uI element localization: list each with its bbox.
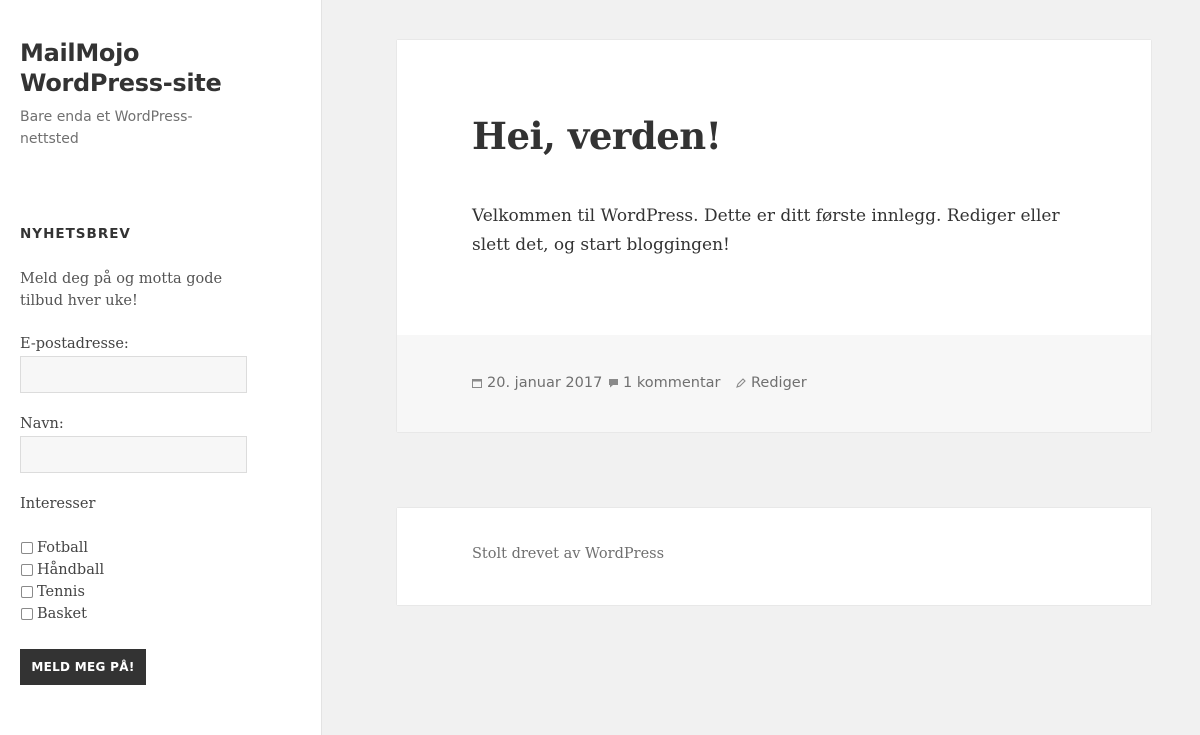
email-label: E-postadresse: bbox=[20, 336, 129, 352]
sidebar: MailMojo WordPress-site Bare enda et Wor… bbox=[0, 0, 322, 735]
interest-checkbox[interactable] bbox=[21, 564, 33, 576]
newsletter-widget-title: NYHETSBREV bbox=[20, 226, 131, 242]
interest-option-basket[interactable]: Basket bbox=[20, 606, 87, 622]
interest-option-tennis[interactable]: Tennis bbox=[20, 584, 85, 600]
powered-by-link[interactable]: Stolt drevet av WordPress bbox=[472, 546, 664, 562]
post-body: Velkommen til WordPress. Dette er ditt f… bbox=[472, 206, 1060, 255]
post-edit-label[interactable]: Rediger bbox=[751, 375, 807, 391]
name-label: Navn: bbox=[20, 416, 64, 432]
interests-label: Interesser bbox=[20, 496, 96, 512]
post-meta-bar: 20. januar 2017 1 kommentar Rediger bbox=[397, 335, 1151, 432]
name-field[interactable] bbox=[20, 436, 247, 473]
site-footer: Stolt drevet av WordPress bbox=[397, 508, 1151, 605]
site-description: Bare enda et WordPress-nettsted bbox=[20, 109, 193, 147]
post-card: Hei, verden! Velkommen til WordPress. De… bbox=[397, 40, 1151, 432]
site-title[interactable]: MailMojo WordPress-site bbox=[20, 38, 240, 98]
edit-pencil-icon bbox=[736, 378, 746, 388]
post-comments-label[interactable]: 1 kommentar bbox=[623, 375, 720, 391]
interest-option-label: Fotball bbox=[37, 540, 89, 556]
comment-icon bbox=[608, 378, 618, 388]
interest-option-label: Basket bbox=[37, 606, 87, 622]
email-field[interactable] bbox=[20, 356, 247, 393]
post-title[interactable]: Hei, verden! bbox=[472, 114, 722, 158]
interest-checkbox[interactable] bbox=[21, 586, 33, 598]
interest-option-label: Tennis bbox=[37, 584, 85, 600]
post-comments[interactable]: 1 kommentar bbox=[608, 375, 720, 391]
post-date[interactable]: 20. januar 2017 bbox=[472, 375, 602, 391]
post-edit[interactable]: Rediger bbox=[736, 375, 807, 391]
calendar-icon bbox=[472, 378, 482, 388]
interest-option-label: Håndball bbox=[37, 562, 105, 578]
post-date-label[interactable]: 20. januar 2017 bbox=[487, 375, 602, 391]
newsletter-intro: Meld deg på og motta gode tilbud hver uk… bbox=[20, 271, 223, 309]
interest-option-handball[interactable]: Håndball bbox=[20, 562, 104, 578]
subscribe-button[interactable]: MELD MEG PÅ! bbox=[20, 649, 146, 685]
interest-checkbox[interactable] bbox=[21, 608, 33, 620]
interest-checkbox[interactable] bbox=[21, 542, 33, 554]
interest-option-fotball[interactable]: Fotball bbox=[20, 540, 88, 556]
